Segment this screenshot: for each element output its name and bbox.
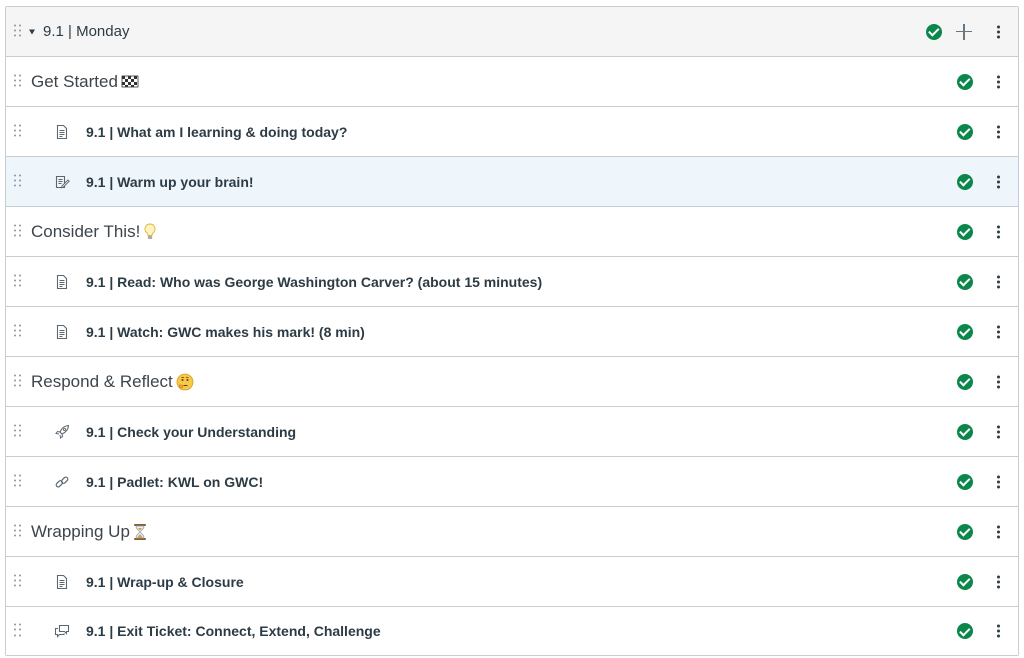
drag-handle-icon[interactable] bbox=[14, 524, 22, 539]
item-options-kebab-icon[interactable] bbox=[997, 475, 1000, 488]
drag-handle-icon[interactable] bbox=[14, 124, 22, 139]
subheader-title: Wrapping Up bbox=[31, 522, 147, 542]
item-options-kebab-icon[interactable] bbox=[997, 275, 1000, 288]
item-title-link[interactable]: 9.1 | Read: Who was George Washington Ca… bbox=[86, 274, 542, 290]
add-item-icon[interactable] bbox=[956, 23, 972, 40]
page-icon bbox=[54, 324, 70, 340]
published-check-icon[interactable] bbox=[957, 373, 973, 390]
module-title[interactable]: 9.1 | Monday bbox=[43, 23, 129, 40]
module-item-row[interactable]: 9.1 | Exit Ticket: Connect, Extend, Chal… bbox=[6, 607, 1018, 655]
published-check-icon[interactable] bbox=[957, 523, 973, 540]
item-title-link[interactable]: 9.1 | Padlet: KWL on GWC! bbox=[86, 474, 263, 490]
item-title-link[interactable]: 9.1 | Wrap-up & Closure bbox=[86, 574, 244, 590]
subheader-label: Respond & Reflect bbox=[31, 371, 173, 391]
item-options-kebab-icon[interactable] bbox=[997, 425, 1000, 438]
hourglass-icon bbox=[133, 523, 147, 541]
item-options-kebab-icon[interactable] bbox=[997, 225, 1000, 238]
drag-handle-icon[interactable] bbox=[14, 623, 22, 639]
module-item-row[interactable]: 9.1 | Wrap-up & Closure bbox=[6, 557, 1018, 607]
module-header[interactable]: 9.1 | Monday bbox=[6, 7, 1018, 57]
item-title-link[interactable]: 9.1 | Check your Understanding bbox=[86, 424, 296, 440]
subheader-row[interactable]: Get Started bbox=[6, 57, 1018, 107]
published-check-icon[interactable] bbox=[957, 273, 973, 290]
drag-handle-icon[interactable] bbox=[14, 374, 22, 389]
drag-handle-icon[interactable] bbox=[14, 224, 22, 239]
checkered-flag-icon bbox=[121, 75, 139, 89]
item-options-kebab-icon[interactable] bbox=[997, 375, 1000, 388]
assignment-icon bbox=[54, 174, 70, 190]
subheader-row[interactable]: Consider This! bbox=[6, 207, 1018, 257]
module-item-row[interactable]: 9.1 | Watch: GWC makes his mark! (8 min) bbox=[6, 307, 1018, 357]
published-check-icon[interactable] bbox=[957, 473, 973, 490]
module-item-row[interactable]: 9.1 | What am I learning & doing today? bbox=[6, 107, 1018, 157]
drag-handle-icon[interactable] bbox=[14, 24, 22, 39]
drag-handle-icon[interactable] bbox=[14, 274, 22, 289]
subheader-label: Consider This! bbox=[31, 221, 141, 241]
item-options-kebab-icon[interactable] bbox=[997, 175, 1000, 188]
item-options-kebab-icon[interactable] bbox=[997, 125, 1000, 138]
thinking-face-icon bbox=[176, 373, 194, 391]
subheader-row[interactable]: Respond & Reflect bbox=[6, 357, 1018, 407]
item-title-link[interactable]: 9.1 | Watch: GWC makes his mark! (8 min) bbox=[86, 324, 365, 340]
drag-handle-icon[interactable] bbox=[14, 324, 22, 339]
drag-handle-icon[interactable] bbox=[14, 474, 22, 489]
link-icon bbox=[54, 474, 70, 490]
item-title-link[interactable]: 9.1 | Exit Ticket: Connect, Extend, Chal… bbox=[86, 623, 381, 639]
light-bulb-icon bbox=[143, 223, 157, 241]
published-check-icon[interactable] bbox=[957, 123, 973, 140]
collapse-caret-icon[interactable] bbox=[29, 29, 35, 34]
item-title-link[interactable]: 9.1 | Warm up your brain! bbox=[86, 174, 254, 190]
published-check-icon[interactable] bbox=[957, 323, 973, 340]
discussion-icon bbox=[54, 623, 70, 639]
drag-handle-icon[interactable] bbox=[14, 424, 22, 439]
published-check-icon[interactable] bbox=[957, 223, 973, 240]
published-check-icon[interactable] bbox=[957, 423, 973, 440]
published-check-icon[interactable] bbox=[957, 573, 973, 590]
item-title-link[interactable]: 9.1 | What am I learning & doing today? bbox=[86, 124, 347, 140]
item-options-kebab-icon[interactable] bbox=[997, 75, 1000, 88]
subheader-title: Consider This! bbox=[31, 222, 157, 242]
published-check-icon[interactable] bbox=[957, 73, 973, 90]
module-container: 9.1 | Monday Get Started 9.1 | What am I … bbox=[5, 6, 1019, 656]
item-options-kebab-icon[interactable] bbox=[997, 624, 1000, 638]
subheader-row[interactable]: Wrapping Up bbox=[6, 507, 1018, 557]
module-item-row[interactable]: 9.1 | Read: Who was George Washington Ca… bbox=[6, 257, 1018, 307]
published-check-icon[interactable] bbox=[957, 173, 973, 190]
module-item-row[interactable]: 9.1 | Check your Understanding bbox=[6, 407, 1018, 457]
published-check-icon[interactable] bbox=[926, 23, 942, 40]
quiz-rocket-icon bbox=[54, 424, 70, 440]
drag-handle-icon[interactable] bbox=[14, 174, 22, 189]
page-icon bbox=[54, 574, 70, 590]
item-options-kebab-icon[interactable] bbox=[997, 575, 1000, 588]
item-options-kebab-icon[interactable] bbox=[997, 525, 1000, 538]
page-icon bbox=[54, 274, 70, 290]
subheader-title: Get Started bbox=[31, 72, 139, 92]
drag-handle-icon[interactable] bbox=[14, 74, 22, 89]
item-options-kebab-icon[interactable] bbox=[997, 325, 1000, 338]
module-item-row[interactable]: 9.1 | Warm up your brain! bbox=[6, 157, 1018, 207]
page-icon bbox=[54, 124, 70, 140]
module-options-kebab-icon[interactable] bbox=[997, 25, 1000, 38]
subheader-label: Get Started bbox=[31, 71, 118, 91]
subheader-label: Wrapping Up bbox=[31, 521, 130, 541]
subheader-title: Respond & Reflect bbox=[31, 372, 194, 392]
drag-handle-icon[interactable] bbox=[14, 574, 22, 589]
published-check-icon[interactable] bbox=[957, 623, 973, 639]
module-item-row[interactable]: 9.1 | Padlet: KWL on GWC! bbox=[6, 457, 1018, 507]
